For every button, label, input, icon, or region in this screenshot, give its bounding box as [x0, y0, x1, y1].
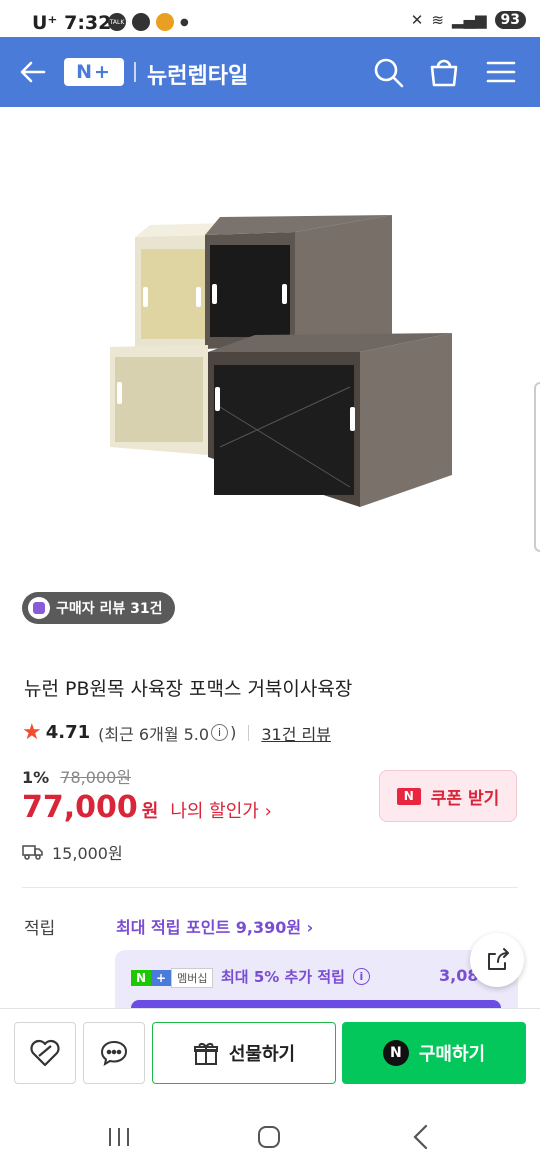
system-nav-bar — [0, 1100, 540, 1170]
home-icon[interactable] — [254, 1122, 284, 1152]
battery-icon: 93 — [494, 11, 526, 29]
cube-icon — [132, 13, 150, 31]
rating-row: ★ 4.71 (최근 6개월 5.0 i ) 31건 리뷰 — [22, 720, 331, 745]
bottom-action-bar: 선물하기 N 구매하기 — [0, 1008, 540, 1100]
product-photo — [110, 215, 452, 507]
logo-divider — [134, 62, 136, 82]
review-link[interactable]: 31건 리뷰 — [261, 721, 331, 745]
gift-button[interactable]: 선물하기 — [152, 1022, 336, 1084]
rating-value: 4.71 — [45, 722, 91, 743]
recent-rating: (최근 6개월 5.0 — [98, 724, 210, 744]
wifi-icon: ≋ — [431, 11, 444, 29]
clock: 7:32 — [64, 12, 112, 34]
shipping-fee: 15,000원 — [52, 844, 123, 863]
discount-rate: 1% — [22, 768, 50, 787]
naver-n-icon: N — [382, 1040, 409, 1066]
chat-icon — [100, 1040, 128, 1067]
buyer-review-text: 구매자 리뷰 31건 — [56, 601, 163, 617]
back-nav-icon[interactable] — [406, 1122, 436, 1152]
shipping-row: 15,000원 — [22, 840, 123, 864]
badge-plus: + — [151, 970, 172, 986]
dot-icon: ● — [180, 16, 189, 28]
badge-membership: 멤버십 — [171, 968, 214, 988]
sale-price: 77,000 — [22, 790, 138, 825]
recent-apps-icon[interactable] — [104, 1122, 134, 1152]
review-icon — [28, 597, 50, 619]
membership-text: 최대 5% 추가 적립 — [221, 968, 345, 986]
rating-divider — [248, 724, 250, 741]
coupon-button[interactable]: N 쿠폰 받기 — [379, 770, 517, 822]
wishlist-button[interactable] — [14, 1022, 76, 1084]
gift-label: 선물하기 — [228, 1044, 296, 1065]
max-points-link[interactable]: 최대 적립 포인트 9,390원 › — [116, 914, 313, 938]
store-name[interactable]: 뉴런렙타일 — [147, 58, 248, 90]
buy-button[interactable]: N 구매하기 — [342, 1022, 526, 1084]
image-scroll-indicator[interactable] — [534, 382, 540, 552]
badge-n: N — [131, 970, 152, 986]
naver-coupon-icon: N — [396, 787, 421, 805]
my-discount-link[interactable]: 나의 할인가 › — [170, 797, 271, 823]
original-price: 78,000원 — [60, 768, 131, 787]
share-button[interactable] — [470, 933, 524, 987]
mute-icon: ✕ — [410, 11, 424, 29]
search-icon[interactable] — [371, 55, 405, 89]
buy-label: 구매하기 — [418, 1044, 486, 1065]
pill-icon — [156, 13, 174, 31]
notification-icons: TALK ● — [108, 13, 189, 31]
nplus-logo[interactable]: N+ — [64, 58, 124, 86]
app-header: N+ 뉴런렙타일 — [0, 37, 540, 107]
product-title: 뉴런 PB원목 사육장 포맥스 거북이사육장 — [24, 678, 353, 700]
star-icon: ★ — [22, 720, 42, 745]
heart-icon — [30, 1039, 60, 1067]
membership-text-row: 최대 5% 추가 적립 i — [221, 966, 372, 987]
section-divider — [22, 887, 518, 888]
menu-icon[interactable] — [484, 55, 518, 89]
gift-icon — [193, 1043, 218, 1065]
price-row: 77,000 원 나의 할인가 › — [22, 790, 272, 825]
truck-icon — [22, 845, 43, 860]
talk-icon: TALK — [108, 13, 126, 31]
membership-badge: N + 멤버십 — [131, 968, 214, 988]
membership-info-icon[interactable]: i — [352, 968, 370, 985]
carrier-label: U⁺ — [32, 12, 58, 34]
coupon-label: 쿠폰 받기 — [430, 788, 500, 809]
status-time: U⁺ 7:32 — [32, 12, 111, 34]
talk-button[interactable] — [83, 1022, 145, 1084]
back-arrow-icon[interactable] — [18, 57, 48, 87]
recent-rating-close: ) — [230, 723, 237, 742]
info-icon[interactable]: i — [211, 724, 229, 741]
product-image[interactable] — [0, 107, 540, 607]
signal-icon: ▂▄▆ — [451, 11, 487, 29]
share-icon — [488, 948, 509, 970]
discount-row: 1% 78,000원 — [22, 764, 131, 788]
system-icons: ✕ ≋ ▂▄▆ 93 — [411, 11, 526, 29]
points-label: 적립 — [24, 919, 56, 939]
price-unit: 원 — [141, 801, 159, 822]
shopping-bag-icon[interactable] — [427, 55, 461, 89]
buyer-review-badge[interactable]: 구매자 리뷰 31건 — [22, 592, 175, 624]
